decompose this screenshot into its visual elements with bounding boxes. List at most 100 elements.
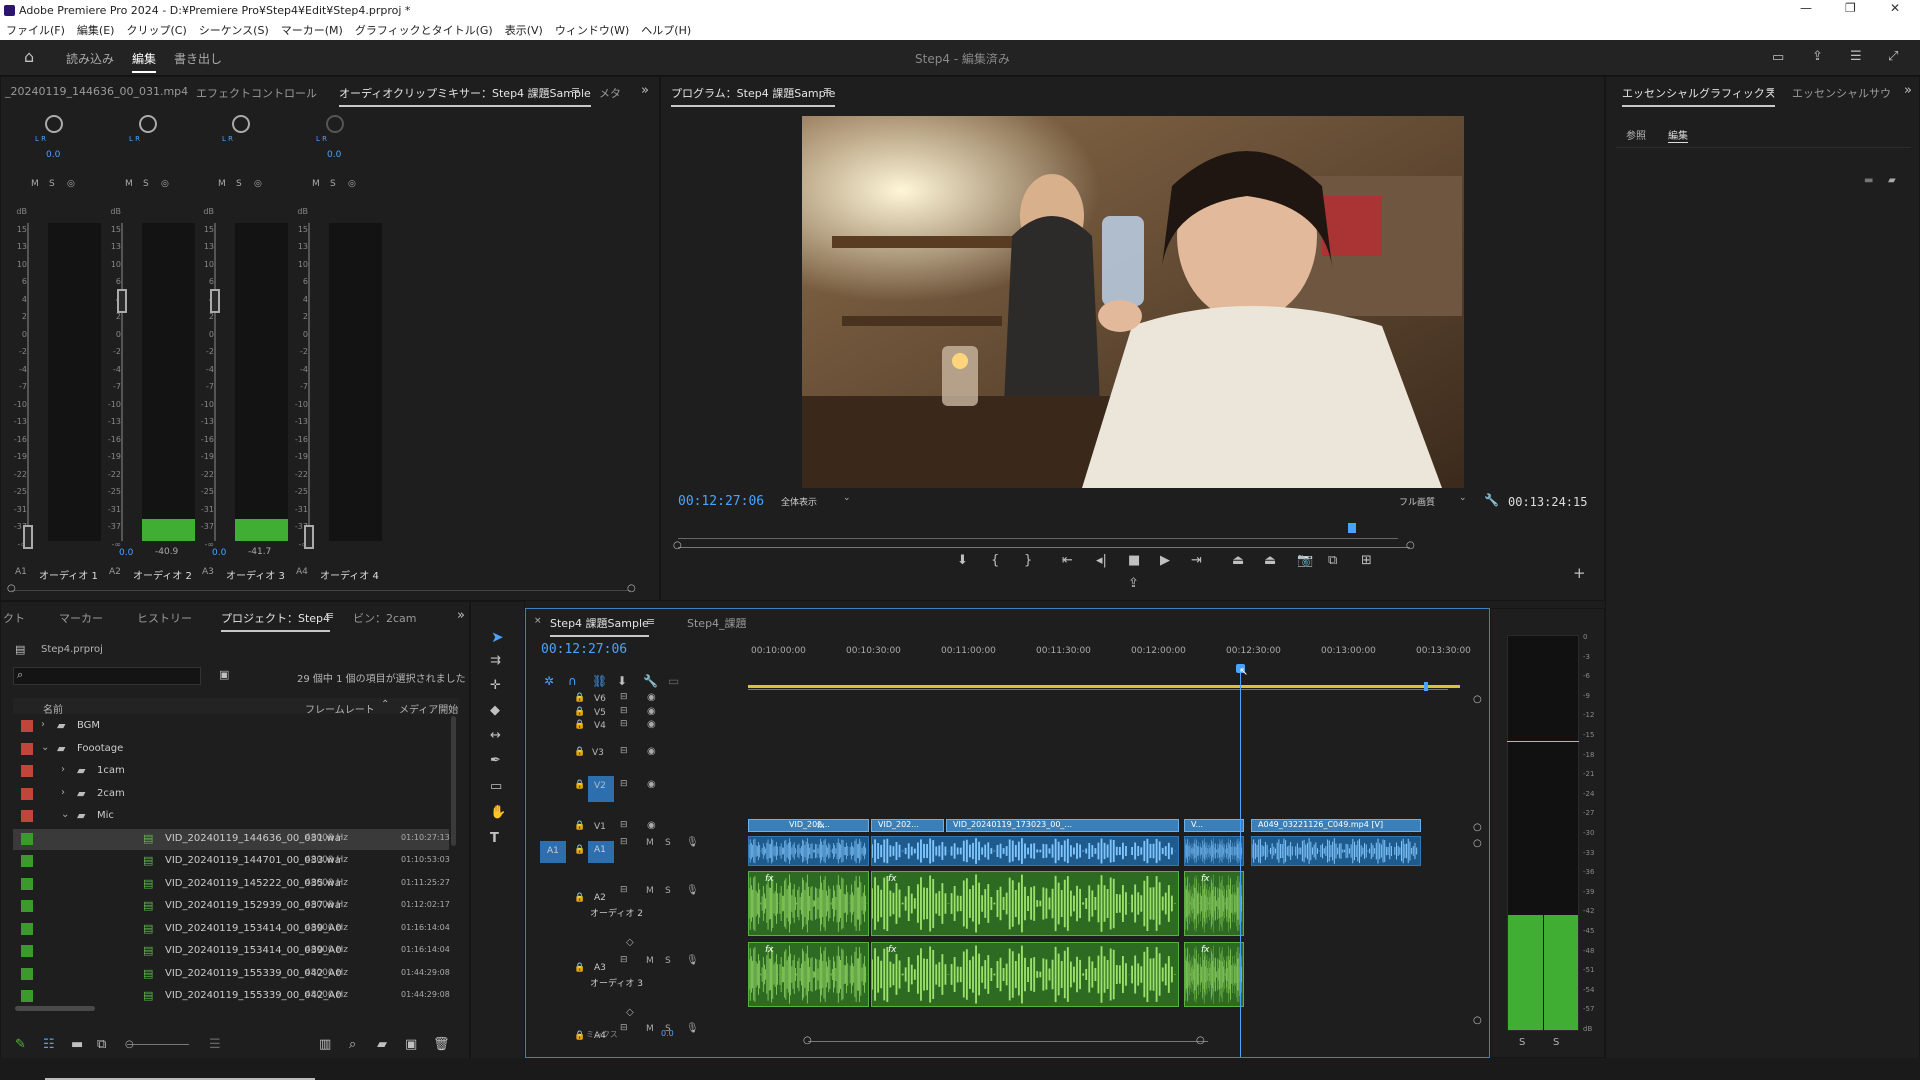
label-color-swatch[interactable] xyxy=(21,877,33,890)
tab-essential-graphics[interactable]: エッセンシャルグラフィックス xyxy=(1622,85,1776,107)
automate-to-sequence-icon[interactable]: ▥ xyxy=(319,1038,331,1051)
label-color-swatch[interactable] xyxy=(21,990,33,1002)
rectangle-tool-icon[interactable]: ▭ xyxy=(490,780,502,793)
tab-markers[interactable]: マーカー xyxy=(59,610,103,626)
audio-clip-a2[interactable]: fx xyxy=(871,871,1179,936)
mark-in-icon[interactable]: { xyxy=(991,554,999,567)
solo-right-button[interactable]: S xyxy=(1553,1037,1559,1048)
work-area-end-handle[interactable] xyxy=(1424,682,1428,691)
list-item[interactable]: › ▰ 1cam xyxy=(13,761,449,782)
go-to-in-icon[interactable]: ⇤ xyxy=(1062,554,1073,567)
scroll-right-handle-icon[interactable]: ○ xyxy=(627,584,636,594)
menu-item[interactable]: マーカー(M) xyxy=(281,22,343,38)
freeform-view-icon[interactable]: ⧉ xyxy=(97,1038,106,1051)
tab-program-monitor[interactable]: プログラム：Step4 課題Sample xyxy=(671,85,836,107)
program-current-timecode[interactable]: 00:12:27:06 xyxy=(678,494,764,509)
mute-button[interactable]: M xyxy=(646,956,654,966)
tab-sequence-task[interactable]: Step4_課題 xyxy=(687,615,747,631)
sort-ascending-icon[interactable]: ⌃ xyxy=(381,699,389,710)
add-marker-icon[interactable]: ⬇ xyxy=(957,554,968,567)
solo-button[interactable]: S xyxy=(143,179,149,189)
zoom-slider-handle-icon[interactable]: ○ xyxy=(125,1039,134,1050)
list-item[interactable]: ⌄ ▰ Mic xyxy=(13,806,449,827)
slip-tool-icon[interactable]: ↔ xyxy=(490,729,501,742)
wrench-icon[interactable]: 🔧 xyxy=(1484,494,1499,506)
captions-icon[interactable]: ▭ xyxy=(668,675,679,687)
mute-button[interactable]: M xyxy=(646,886,654,896)
column-header-framerate[interactable]: フレームレート xyxy=(305,701,375,716)
add-button-icon[interactable]: + xyxy=(1573,566,1586,581)
menu-item[interactable]: ファイル(F) xyxy=(6,22,65,38)
tab-essential-sound[interactable]: エッセンシャルサウ xyxy=(1792,85,1891,101)
mute-button[interactable]: M xyxy=(125,179,133,189)
audio-clip-a1[interactable] xyxy=(871,836,1179,866)
extract-icon[interactable]: ⏏ xyxy=(1264,554,1276,567)
microphone-icon[interactable]: 🎙 xyxy=(686,837,699,848)
zoom-slider[interactable] xyxy=(127,1044,189,1045)
program-zoom-scrollbar[interactable] xyxy=(678,547,1410,548)
volume-fader[interactable] xyxy=(23,525,33,549)
sync-lock-icon[interactable]: ⊟ xyxy=(620,719,628,729)
record-icon[interactable]: ◎ xyxy=(67,179,75,189)
playback-quality-select[interactable]: フル画質 xyxy=(1399,495,1435,508)
sync-lock-icon[interactable]: ⊟ xyxy=(620,706,628,716)
hand-tool-icon[interactable]: ✋ xyxy=(490,806,506,819)
label-color-swatch[interactable] xyxy=(21,832,33,845)
column-header-name[interactable]: 名前 xyxy=(43,701,63,716)
track-select-tool-icon[interactable]: ⇉ xyxy=(490,654,501,667)
scroll-left-handle-icon[interactable]: ○ xyxy=(7,584,16,594)
label-color-swatch[interactable] xyxy=(21,945,33,957)
menu-item[interactable]: ヘルプ(H) xyxy=(641,22,691,38)
list-item[interactable]: ▤ VID_20240119_152939_00_037.wa 48000 Hz 01… xyxy=(13,896,450,917)
mute-button[interactable]: M xyxy=(646,1024,654,1034)
lock-icon[interactable]: 🔒 xyxy=(574,693,585,703)
volume-fader[interactable] xyxy=(304,525,314,549)
mix-volume-value[interactable]: 0.0 xyxy=(661,1029,674,1038)
panel-menu-icon[interactable]: ≡ xyxy=(823,85,832,96)
eye-icon[interactable]: ◉ xyxy=(647,692,656,703)
scroll-left-handle-icon[interactable]: ○ xyxy=(803,1036,812,1046)
minimize-icon[interactable]: — xyxy=(1800,1,1812,15)
tab-sequence-sample[interactable]: Step4 課題Sample xyxy=(550,615,649,637)
more-tabs-icon[interactable]: » xyxy=(457,609,465,622)
timeline-hscrollbar[interactable] xyxy=(808,1041,1208,1042)
home-icon[interactable]: ⌂ xyxy=(24,49,34,65)
add-marker-icon[interactable]: ⬇ xyxy=(617,675,627,687)
menu-item[interactable]: シーケンス(S) xyxy=(199,22,269,38)
lock-icon[interactable]: 🔒 xyxy=(574,707,585,717)
video-clip[interactable]: V... xyxy=(1184,819,1244,832)
sync-lock-icon[interactable]: ⊟ xyxy=(620,955,628,965)
audio-clip-a2[interactable]: fx xyxy=(1184,871,1244,936)
close-icon[interactable]: ✕ xyxy=(1890,1,1900,15)
lock-icon[interactable]: 🔒 xyxy=(574,1031,585,1041)
expand-toggle-icon[interactable]: ⌄ xyxy=(41,742,49,753)
pan-knob[interactable] xyxy=(232,115,250,133)
scroll-handle-icon[interactable]: ○ xyxy=(1473,823,1482,833)
list-item[interactable]: ▤ VID_20240119_144636_00_031.wa 48000 Hz 01… xyxy=(13,828,450,850)
panel-menu-icon[interactable]: ≡ xyxy=(646,616,655,627)
type-tool-icon[interactable]: T xyxy=(490,832,499,845)
item-name[interactable]: Foootage xyxy=(77,743,123,754)
record-icon[interactable]: ◎ xyxy=(254,179,262,189)
solo-button[interactable]: S xyxy=(665,956,671,966)
play-icon[interactable]: ▶ xyxy=(1160,554,1170,567)
scroll-handle-icon[interactable]: ○ xyxy=(1473,695,1482,705)
list-item[interactable]: ⌄ ▰ Foootage xyxy=(13,739,449,760)
new-folder-icon[interactable]: ▬ xyxy=(1864,176,1873,186)
subtab-edit[interactable]: 編集 xyxy=(1668,127,1688,143)
workspaces-menu-icon[interactable]: ☰ xyxy=(1850,50,1862,63)
solo-button[interactable]: S xyxy=(236,179,242,189)
project-vscrollbar[interactable] xyxy=(451,716,456,846)
panel-menu-icon[interactable]: ≡ xyxy=(571,85,580,96)
pan-value[interactable]: 0.0 xyxy=(46,150,60,160)
tab-metadata[interactable]: メタ xyxy=(599,85,621,101)
list-item[interactable]: › ▰ 2cam xyxy=(13,784,449,805)
lock-icon[interactable]: 🔒 xyxy=(574,893,585,903)
list-item[interactable]: › ▰ BGM xyxy=(13,716,449,737)
new-item-icon[interactable]: ▣ xyxy=(405,1038,417,1051)
label-color-swatch[interactable] xyxy=(21,967,33,980)
timeline-settings-wrench-icon[interactable]: 🔧 xyxy=(643,675,658,687)
scroll-handle-icon[interactable]: ○ xyxy=(1473,1016,1482,1026)
volume-value[interactable]: 0.0 xyxy=(119,548,133,558)
label-color-swatch[interactable] xyxy=(21,900,33,912)
